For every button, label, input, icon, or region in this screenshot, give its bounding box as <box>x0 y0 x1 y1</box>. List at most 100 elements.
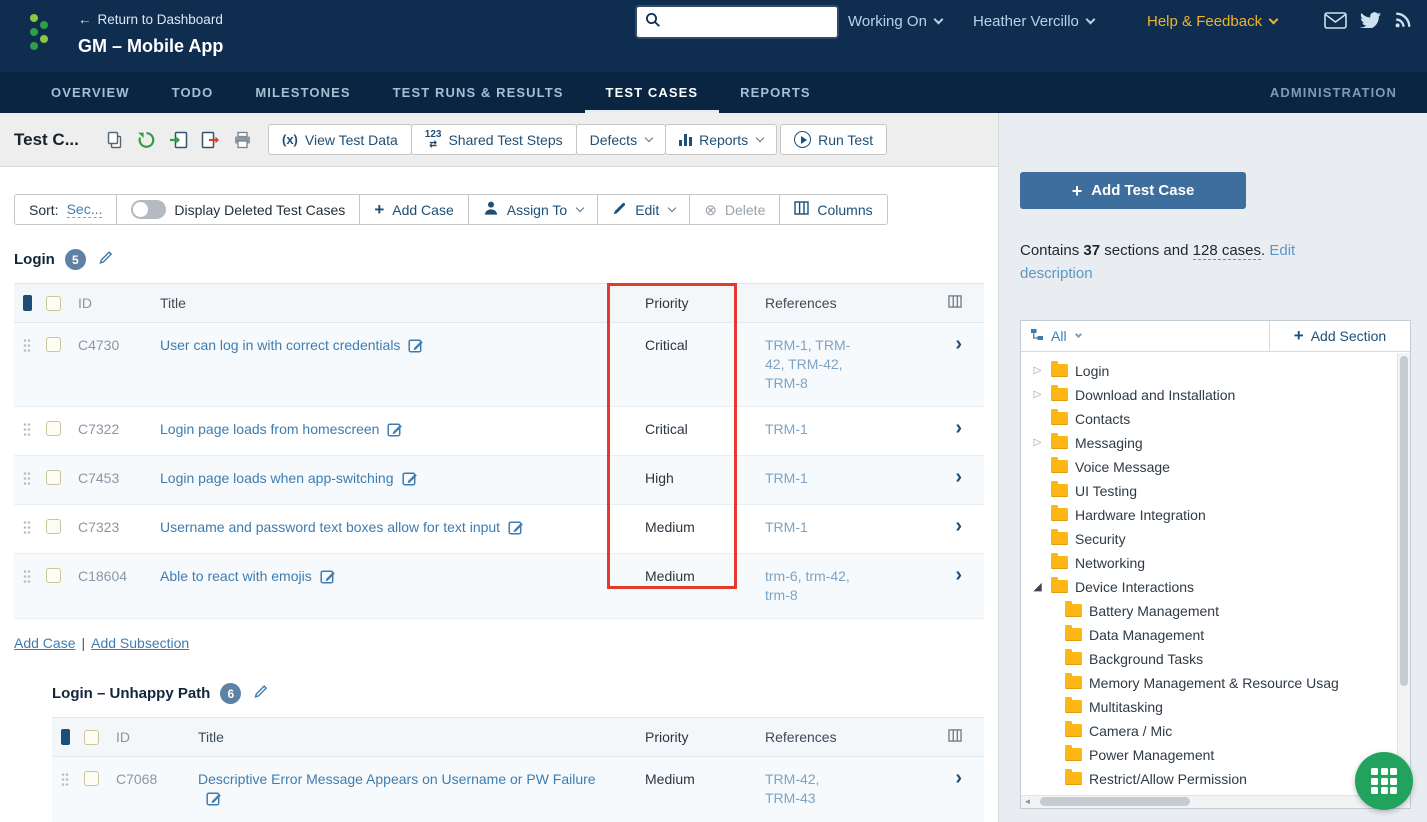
tree-item-power-management[interactable]: Power Management <box>1065 743 1396 767</box>
import-file-icon[interactable] <box>169 131 188 149</box>
edit-case-icon[interactable] <box>387 421 403 442</box>
search-input[interactable] <box>667 14 822 30</box>
drag-handle-icon[interactable] <box>23 520 31 540</box>
case-title-link[interactable]: Able to react with emojis <box>160 568 312 584</box>
drag-handle-icon[interactable] <box>23 422 31 442</box>
select-all-checkbox[interactable] <box>46 295 61 311</box>
drag-handle-icon[interactable] <box>23 338 31 358</box>
drag-handle-icon[interactable] <box>61 772 69 792</box>
scroll-left-icon[interactable]: ◄ <box>1021 797 1034 806</box>
sort-value-link[interactable]: Sec... <box>66 201 103 218</box>
case-title-link[interactable]: User can log in with correct credentials <box>160 337 400 353</box>
tree-horizontal-scrollbar[interactable]: ◄ ► <box>1021 794 1397 808</box>
case-references-link[interactable]: TRM-1 <box>765 470 808 486</box>
tab-administration[interactable]: ADMINISTRATION <box>1270 72 1397 113</box>
edit-case-icon[interactable] <box>320 568 336 589</box>
copy-icon[interactable] <box>106 131 124 149</box>
testrail-logo-icon[interactable] <box>26 12 52 72</box>
reports-dropdown-button[interactable]: Reports <box>665 124 778 155</box>
refresh-green-icon[interactable] <box>137 131 156 149</box>
print-icon[interactable] <box>233 131 252 149</box>
working-on-dropdown[interactable]: Working On <box>848 13 944 30</box>
tree-item-ui-testing[interactable]: UI Testing <box>1031 479 1396 503</box>
table-row[interactable]: C4730 User can log in with correct crede… <box>14 323 984 407</box>
column-settings-icon[interactable] <box>948 295 962 311</box>
case-references-link[interactable]: TRM-1 <box>765 519 808 535</box>
tab-test-runs-results[interactable]: TEST RUNS & RESULTS <box>372 72 585 113</box>
open-case-chevron-icon[interactable]: › <box>955 467 962 487</box>
add-test-case-button[interactable]: + Add Test Case <box>1020 172 1246 209</box>
add-case-link[interactable]: Add Case <box>14 635 75 651</box>
row-checkbox[interactable] <box>46 568 61 583</box>
table-row[interactable]: C7323 Username and password text boxes a… <box>14 505 984 554</box>
assign-to-dropdown-button[interactable]: Assign To <box>467 194 599 225</box>
mail-icon[interactable] <box>1324 12 1347 34</box>
add-subsection-link[interactable]: Add Subsection <box>91 635 189 651</box>
tab-todo[interactable]: TODO <box>151 72 235 113</box>
add-case-button[interactable]: + Add Case <box>359 194 469 225</box>
cases-count-link[interactable]: 128 cases <box>1192 242 1262 260</box>
edit-case-icon[interactable] <box>401 470 418 491</box>
tree-item-security[interactable]: Security <box>1031 527 1396 551</box>
tree-item-contacts[interactable]: Contacts <box>1031 407 1396 431</box>
select-all-bar-icon[interactable] <box>22 295 32 311</box>
tree-item-hardware-integration[interactable]: Hardware Integration <box>1031 503 1396 527</box>
open-case-chevron-icon[interactable]: › <box>955 768 962 788</box>
tree-expanded-icon[interactable]: ◢ <box>1031 580 1044 593</box>
tree-item-background-tasks[interactable]: Background Tasks <box>1065 647 1396 671</box>
case-references-link[interactable]: trm-6, trm-42, trm-8 <box>765 568 857 603</box>
table-row[interactable]: C7453 Login page loads when app-switchin… <box>14 456 984 505</box>
open-case-chevron-icon[interactable]: › <box>955 334 962 354</box>
tree-item-data-management[interactable]: Data Management <box>1065 623 1396 647</box>
twitter-icon[interactable] <box>1360 10 1381 33</box>
case-title-link[interactable]: Descriptive Error Message Appears on Use… <box>198 771 596 787</box>
row-checkbox[interactable] <box>46 519 61 534</box>
select-all-checkbox[interactable] <box>84 729 99 745</box>
open-case-chevron-icon[interactable]: › <box>955 418 962 438</box>
tree-item-messaging[interactable]: ▷ Messaging <box>1031 431 1396 455</box>
rss-icon[interactable] <box>1394 11 1412 34</box>
edit-case-icon[interactable] <box>508 519 524 540</box>
tab-reports[interactable]: REPORTS <box>719 72 832 113</box>
case-references-link[interactable]: TRM-1 <box>765 421 808 437</box>
tab-overview[interactable]: OVERVIEW <box>30 72 151 113</box>
row-checkbox[interactable] <box>46 470 61 485</box>
tree-item-multitasking[interactable]: Multitasking <box>1065 695 1396 719</box>
tree-filter-dropdown[interactable]: All <box>1021 321 1269 351</box>
tree-item-networking[interactable]: Networking <box>1031 551 1396 575</box>
row-checkbox[interactable] <box>46 421 61 436</box>
edit-case-icon[interactable] <box>206 790 222 811</box>
table-row[interactable]: C7068 Descriptive Error Message Appears … <box>52 757 984 822</box>
tab-test-cases[interactable]: TEST CASES <box>585 72 720 113</box>
tree-item-voice-message[interactable]: Voice Message <box>1031 455 1396 479</box>
table-row[interactable]: C7322 Login page loads from homescreen C… <box>14 407 984 456</box>
tree-item-download-and-installation[interactable]: ▷ Download and Installation <box>1031 383 1396 407</box>
edit-dropdown-button[interactable]: Edit <box>597 194 691 225</box>
open-case-chevron-icon[interactable]: › <box>955 565 962 585</box>
defects-dropdown-button[interactable]: Defects <box>575 124 667 155</box>
case-title-link[interactable]: Login page loads from homescreen <box>160 421 379 437</box>
tree-item-camera-mic[interactable]: Camera / Mic <box>1065 719 1396 743</box>
row-checkbox[interactable] <box>84 771 99 786</box>
scrollbar-thumb[interactable] <box>1400 355 1408 686</box>
case-title-link[interactable]: Login page loads when app-switching <box>160 470 394 486</box>
edit-case-icon[interactable] <box>408 337 424 358</box>
shared-test-steps-button[interactable]: 123 ⇄ Shared Test Steps <box>410 124 577 155</box>
open-case-chevron-icon[interactable]: › <box>955 516 962 536</box>
view-test-data-button[interactable]: (x) View Test Data <box>268 124 412 155</box>
drag-handle-icon[interactable] <box>23 569 31 589</box>
scrollbar-thumb[interactable] <box>1040 797 1190 806</box>
select-all-bar-icon[interactable] <box>60 729 70 745</box>
case-references-link[interactable]: TRM-42, TRM-43 <box>765 771 857 806</box>
tab-milestones[interactable]: MILESTONES <box>234 72 371 113</box>
tree-collapsed-icon[interactable]: ▷ <box>1031 365 1044 376</box>
case-title-link[interactable]: Username and password text boxes allow f… <box>160 519 500 535</box>
run-test-button[interactable]: Run Test <box>780 124 888 155</box>
row-checkbox[interactable] <box>46 337 61 352</box>
edit-section-icon[interactable] <box>253 683 269 704</box>
sort-control[interactable]: Sort: Sec... <box>14 194 118 225</box>
tree-vertical-scrollbar[interactable] <box>1397 352 1410 795</box>
tree-collapsed-icon[interactable]: ▷ <box>1031 389 1044 400</box>
tree-item-device-interactions[interactable]: ◢ Device Interactions <box>1031 575 1396 599</box>
display-deleted-toggle[interactable] <box>131 200 167 219</box>
